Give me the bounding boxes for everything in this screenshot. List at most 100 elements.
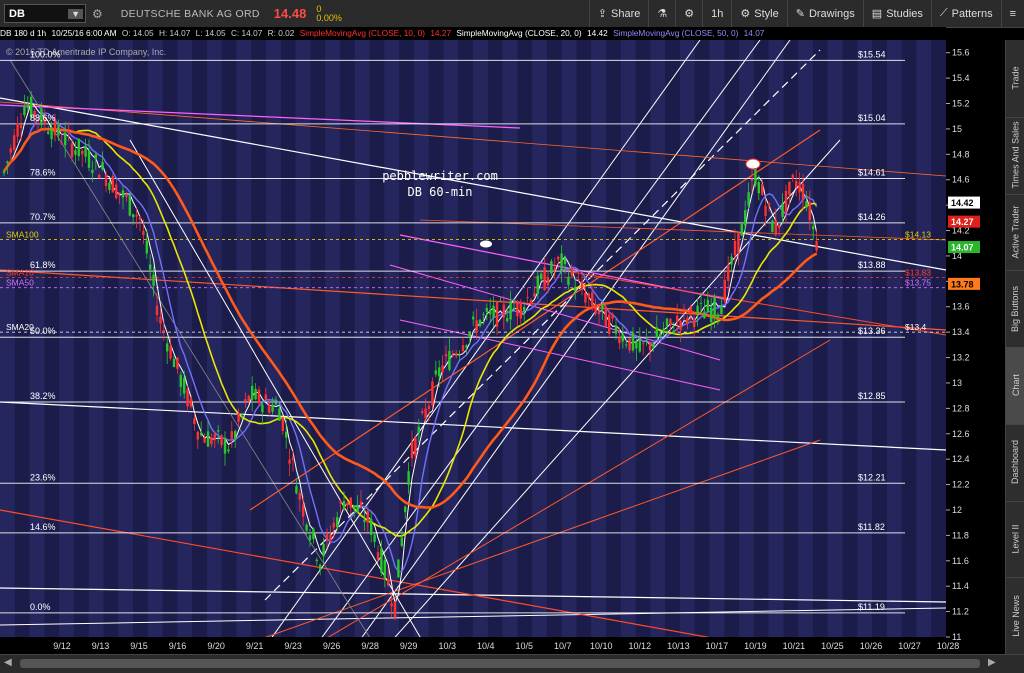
candle-body xyxy=(60,142,63,144)
candle-body xyxy=(485,307,488,312)
candle-body xyxy=(94,154,97,160)
candle-body xyxy=(744,210,747,226)
patterns-button[interactable]: ⟋ Patterns xyxy=(930,0,1001,27)
time-stripe xyxy=(886,40,903,637)
sma50-study[interactable]: SimpleMovingAvg (CLOSE, 50, 0) xyxy=(613,28,738,38)
candle-body xyxy=(308,535,312,541)
candle-body xyxy=(104,174,108,187)
drawings-button[interactable]: ✎ Drawings xyxy=(786,0,863,27)
scroll-left-icon[interactable]: ◀ xyxy=(4,657,12,668)
candle-body xyxy=(723,279,726,302)
time-stripe xyxy=(266,40,282,637)
interval-label: 1h xyxy=(711,7,724,20)
tab-label: Trade xyxy=(1010,66,1021,90)
candle-body xyxy=(601,304,604,310)
chevron-down-icon[interactable]: ▼ xyxy=(68,8,83,19)
marker-dot xyxy=(745,158,761,170)
candle-body xyxy=(213,434,216,441)
candle-body xyxy=(427,405,431,410)
sma20-study[interactable]: SimpleMovingAvg (CLOSE, 20, 0) xyxy=(456,28,581,38)
candle-body xyxy=(261,404,264,413)
candle-body xyxy=(618,337,621,344)
menu-icon: ≡ xyxy=(1009,7,1016,20)
candle-body xyxy=(757,182,760,194)
candle-body xyxy=(563,257,567,265)
candle-body xyxy=(696,305,699,315)
tab-trade[interactable]: Trade xyxy=(1006,40,1024,118)
candle-body xyxy=(217,430,220,432)
price-chart[interactable]: 1111.211.411.611.81212.212.412.612.81313… xyxy=(0,40,1005,654)
candle-body xyxy=(342,500,346,510)
candle-body xyxy=(720,305,723,315)
style-icon: ⚙ xyxy=(740,8,751,20)
gear-button[interactable]: ⚙ xyxy=(675,0,702,27)
sma-value-label: $14.13 xyxy=(905,229,931,239)
candle-body xyxy=(529,299,533,305)
candle-body xyxy=(638,338,641,352)
candle-body xyxy=(737,232,740,254)
tab-big-buttons[interactable]: Big Buttons xyxy=(1006,270,1024,348)
tab-level-ii[interactable]: Level II xyxy=(1006,501,1024,579)
candle-body xyxy=(475,320,478,333)
y-tick-label: 12 xyxy=(952,505,962,515)
settings-icon[interactable]: ⚙ xyxy=(92,7,103,21)
candle-body xyxy=(489,309,492,315)
candle-body xyxy=(621,333,624,342)
share-button[interactable]: ⇪ Share xyxy=(588,0,649,27)
price-badge-label: 14.27 xyxy=(951,217,974,227)
candle-body xyxy=(553,267,556,271)
time-stripe xyxy=(576,40,592,637)
candle-body xyxy=(652,344,655,348)
candle-body xyxy=(74,150,77,155)
studies-button[interactable]: ▤ Studies xyxy=(862,0,931,27)
candle-body xyxy=(400,537,403,546)
candle-body xyxy=(121,190,125,198)
candle-body xyxy=(319,564,322,571)
tab-dashboard[interactable]: Dashboard xyxy=(1006,424,1024,502)
tab-active-trader[interactable]: Active Trader xyxy=(1006,194,1024,272)
candle-body xyxy=(808,202,811,221)
candle-body xyxy=(353,505,356,509)
tab-times-and-sales[interactable]: Times And Sales xyxy=(1006,117,1024,195)
candle-body xyxy=(196,431,199,440)
time-stripe xyxy=(827,40,844,637)
scroll-right-icon[interactable]: ▶ xyxy=(988,657,996,668)
patterns-label: Patterns xyxy=(951,7,993,20)
horizontal-scrollbar[interactable] xyxy=(20,659,980,668)
candle-body xyxy=(733,240,737,256)
interval-button[interactable]: 1h xyxy=(702,0,731,27)
time-stripe xyxy=(443,40,459,637)
fib-pct-label: 14.6% xyxy=(30,522,56,532)
last-price: 14.48 xyxy=(273,6,307,21)
sma20-value: 14.42 xyxy=(586,28,608,38)
candle-body xyxy=(166,343,169,352)
tab-live-news[interactable]: Live News xyxy=(1006,577,1024,655)
menu-button[interactable]: ≡ xyxy=(1000,0,1024,27)
candle-body xyxy=(210,437,213,445)
candle-body xyxy=(142,230,145,236)
candle-body xyxy=(523,306,526,312)
sma10-study[interactable]: SimpleMovingAvg (CLOSE, 10, 0) xyxy=(300,28,425,38)
fib-pct-label: 78.6% xyxy=(30,167,56,177)
style-button[interactable]: ⚙ Style xyxy=(731,0,786,27)
candle-body xyxy=(526,296,529,298)
candle-body xyxy=(336,517,339,528)
marker-dot xyxy=(480,240,492,248)
time-stripe xyxy=(103,40,119,637)
tab-label: Level II xyxy=(1010,524,1021,554)
share-icon: ⇪ xyxy=(597,8,608,20)
candle-body xyxy=(540,273,543,280)
candle-body xyxy=(689,306,692,314)
tab-chart[interactable]: Chart xyxy=(1006,347,1024,425)
candle-body xyxy=(591,292,594,306)
flask-button[interactable]: ⚗ xyxy=(648,0,675,27)
candle-body xyxy=(254,388,257,400)
symbol-selector[interactable]: DB ▼ xyxy=(4,4,86,23)
candle-body xyxy=(349,497,352,508)
candle-body xyxy=(662,328,665,334)
candle-body xyxy=(325,533,329,539)
x-tick-label: 9/29 xyxy=(400,641,418,651)
candle-body xyxy=(730,256,733,265)
candle-body xyxy=(407,471,410,485)
candle-body xyxy=(699,302,703,304)
